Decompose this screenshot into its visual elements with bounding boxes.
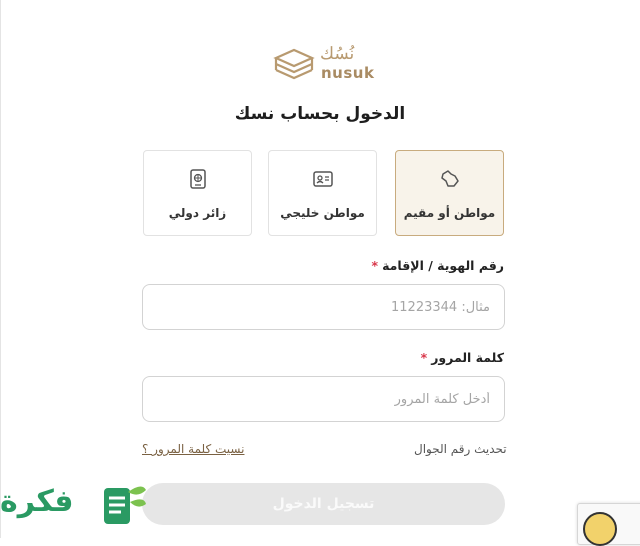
tab-visitor-label: زائر دولي (168, 206, 227, 220)
id-field[interactable] (142, 284, 505, 330)
brand-name-arabic: نُسُك (320, 44, 355, 64)
id-input[interactable] (143, 285, 504, 329)
tab-international-visitor[interactable]: زائر دولي (143, 150, 252, 236)
saudi-map-icon (440, 170, 459, 187)
id-label-text: رقم الهوية / الإقامة (382, 258, 504, 273)
id-card-icon (312, 171, 333, 187)
update-mobile-link[interactable]: تحديث رقم الجوال (414, 442, 507, 456)
password-label-text: كلمة المرور (431, 350, 504, 365)
watermark-text: فكرة (0, 484, 74, 519)
login-button[interactable]: تسجيل الدخول (142, 483, 505, 525)
password-field-label: كلمة المرور* (421, 350, 504, 365)
password-input[interactable] (143, 377, 504, 421)
left-border (0, 0, 1, 538)
tab-citizen-label: مواطن أو مقيم (403, 206, 496, 220)
tab-citizen-resident[interactable]: مواطن أو مقيم (395, 150, 504, 236)
nusuk-emblem-icon (273, 48, 315, 80)
nusuk-logo: نُسُك nusuk (272, 44, 376, 88)
passport-icon (189, 169, 206, 189)
forgot-password-link[interactable]: نسيت كلمة المرور ؟ (142, 442, 244, 456)
document-leaf-icon (104, 486, 146, 524)
tab-gulf-citizen[interactable]: مواطن خليجي (268, 150, 377, 236)
required-mark: * (371, 258, 379, 273)
password-field[interactable] (142, 376, 505, 422)
tab-gulf-label: مواطن خليجي (280, 206, 365, 220)
id-field-label: رقم الهوية / الإقامة* (372, 258, 504, 273)
brand-name-english: nusuk (321, 64, 375, 82)
required-mark: * (420, 350, 428, 365)
page-title: الدخول بحساب نسك (234, 104, 406, 124)
recaptcha-icon (583, 512, 617, 546)
watermark-logo: فكرة (0, 478, 156, 538)
